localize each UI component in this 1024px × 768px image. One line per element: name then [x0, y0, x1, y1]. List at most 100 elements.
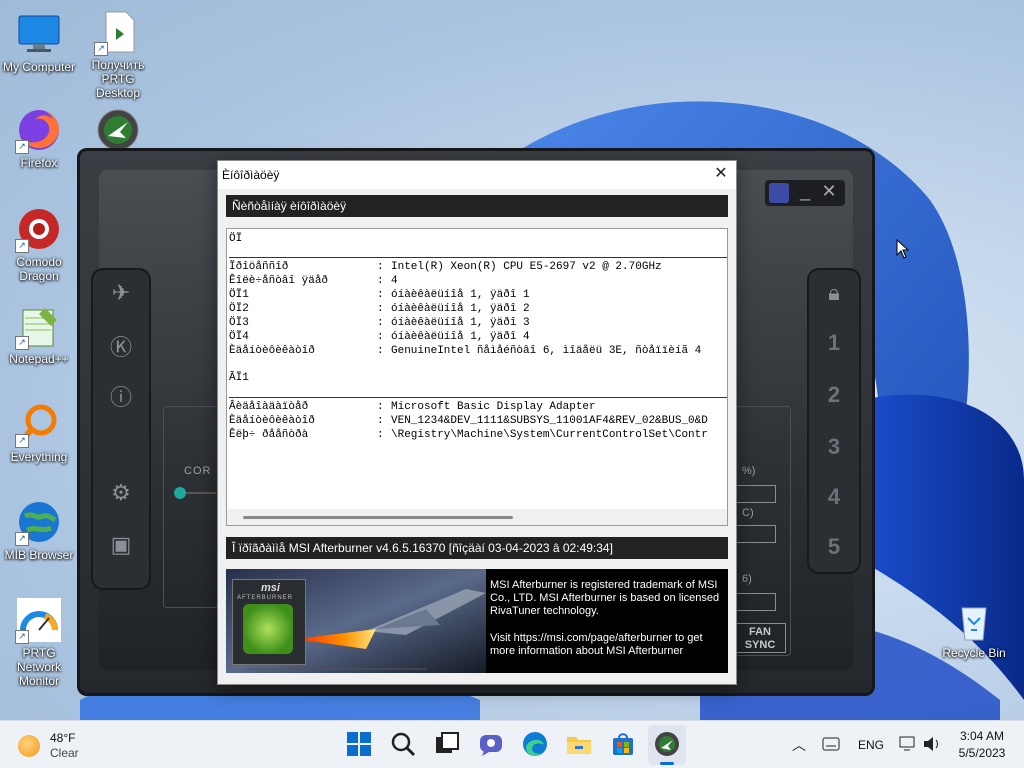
info-row: Ïðîöåññîð: Intel(R) Xeon(R) CPU E5-2697 v… [229, 260, 727, 274]
section-divider [229, 397, 727, 398]
shortcut-arrow-icon: ↗ [15, 630, 29, 644]
gpu-section-title: ÃÏ1 [229, 372, 249, 384]
section-divider [229, 257, 727, 258]
desktop-icon-firefox[interactable]: ↗ Firefox [1, 106, 77, 170]
system-info-panel[interactable]: ÖÏ Ïðîöåññîð: Intel(R) Xeon(R) CPU E5-269… [226, 228, 728, 526]
volume-icon[interactable] [922, 735, 942, 753]
desktop-icon-prtg-desktop[interactable]: ↗ Получить PRTG Desktop [80, 8, 156, 100]
lock-icon[interactable]: 🔒︎ [814, 280, 854, 306]
power-value-box[interactable] [734, 593, 776, 611]
weather-moon-icon [18, 735, 40, 757]
info-key: Âèäåîàäàïòåð [229, 401, 309, 413]
info-value: VEN_1234&DEV_1111&SUBSYS_11001AF4&REV_02… [391, 415, 708, 427]
info-row: Èäåíòèôèêàòîð: GenuineIntel ñåìåéñòâî 6, … [229, 344, 727, 358]
clock-date[interactable]: 5/5/2023 [950, 746, 1014, 760]
desktop-icon-label: My Computer [2, 60, 76, 74]
shortcut-arrow-icon: ↗ [15, 140, 29, 154]
desktop-icon-notepad-plus[interactable]: ↗ Notepad++ [1, 302, 77, 366]
keyboard-icon[interactable] [822, 737, 840, 751]
information-dialog: Èíôîðìàöèÿ ✕ Ñèñòåìíàÿ èíôîðìàöèÿ ÖÏ Ïðî… [217, 160, 737, 685]
window-controls: _ ✕ [765, 180, 845, 206]
language-indicator[interactable]: ENG [858, 738, 884, 752]
k-boost-icon[interactable]: Ⓚ [101, 330, 141, 362]
desktop-icon-everything[interactable]: ↗ Everything [1, 400, 77, 464]
taskbar-afterburner-button[interactable] [648, 725, 686, 765]
close-icon[interactable]: ✕ [710, 163, 732, 185]
desktop-icon-my-computer[interactable]: My Computer [1, 10, 77, 74]
desktop-icon-label: Everything [10, 450, 68, 464]
info-key: Êëþ÷ ðååñòðà [229, 429, 309, 441]
temp-value-box[interactable] [734, 525, 776, 543]
edge-icon[interactable] [522, 731, 548, 757]
mouse-cursor-icon [896, 239, 910, 259]
desktop-icon-label: MIB Browser [4, 548, 74, 562]
desktop-icon-mib-browser[interactable]: ↗ MIB Browser [1, 498, 77, 562]
cpu-section-title: ÖÏ [229, 233, 243, 245]
core-slider-handle[interactable] [174, 487, 186, 499]
clock-time[interactable]: 3:04 AM [950, 729, 1014, 743]
store-icon[interactable] [610, 731, 636, 757]
windows-icon[interactable] [769, 183, 789, 203]
info-separator: : [377, 331, 384, 343]
desktop-icon-label: Получить PRTG Desktop [91, 58, 145, 100]
afterburner-banner: msi AFTERBURNER MSI Afterburner is regis… [226, 569, 728, 673]
afterburner-logo-text: AFTERBURNER [237, 595, 294, 601]
info-value: óíàèêàëüíîå 1, ÿäðî 4 [391, 331, 530, 343]
scrollbar-thumb[interactable] [243, 516, 513, 519]
fan-value-box[interactable] [734, 485, 776, 503]
info-separator: : [377, 289, 384, 301]
info-key: Èäåíòèôèêàòîð [229, 415, 315, 427]
desktop-icon-label: Comodo Dragon [16, 255, 62, 283]
monitor-graph-icon[interactable]: ▣ [101, 532, 141, 558]
weather-temperature: 48°F [50, 731, 76, 745]
start-windows-icon[interactable] [346, 731, 372, 757]
profile-1-button[interactable]: 1 [814, 330, 854, 356]
comodo-dragon-icon: ↗ [15, 205, 63, 253]
close-icon[interactable]: ✕ [819, 181, 839, 202]
chat-icon[interactable] [478, 731, 504, 757]
task-view-icon[interactable] [434, 731, 460, 757]
file-explorer-icon[interactable] [566, 731, 592, 757]
weather-condition: Clear [50, 746, 79, 760]
info-value: 4 [391, 275, 398, 287]
chevron-up-icon[interactable]: ︿ [792, 735, 806, 755]
profile-5-button[interactable]: 5 [814, 534, 854, 560]
desktop-icon-comodo-dragon[interactable]: ↗ Comodo Dragon [1, 205, 77, 283]
afterburner-logo-icon[interactable]: ✈ [101, 280, 141, 306]
info-value: óíàèêàëüíîå 1, ÿäðî 1 [391, 289, 530, 301]
horizontal-scrollbar[interactable] [227, 509, 727, 525]
search-icon[interactable] [390, 731, 416, 757]
weather-widget[interactable]: 48°F Clear [14, 729, 104, 763]
info-separator: : [377, 429, 384, 441]
profile-3-button[interactable]: 3 [814, 434, 854, 460]
settings-gear-icon[interactable]: ⚙ [101, 480, 141, 506]
fan-sync-button[interactable]: FAN SYNC [734, 623, 786, 653]
info-key: Èäåíòèôèêàòîð [229, 345, 315, 357]
shortcut-arrow-icon: ↗ [15, 434, 29, 448]
active-app-indicator [660, 762, 674, 765]
minimize-icon[interactable]: _ [795, 181, 815, 202]
dialog-title: Èíôîðìàöèÿ [222, 168, 280, 182]
info-separator: : [377, 415, 384, 427]
info-key: Ïðîöåññîð [229, 261, 289, 273]
cpu-info-table: Ïðîöåññîð: Intel(R) Xeon(R) CPU E5-2697 v… [229, 260, 727, 358]
info-row: Èäåíòèôèêàòîð: VEN_1234&DEV_1111&SUBSYS_1… [229, 414, 727, 428]
core-panel: COR [163, 406, 221, 608]
info-separator: : [377, 275, 384, 287]
firefox-icon: ↗ [15, 106, 63, 154]
afterburner-left-toolbar: ✈ Ⓚ ⓘ ⚙ ▣ [93, 270, 149, 588]
desktop-icon-label: Recycle Bin [942, 646, 1006, 660]
recycle-bin-icon [950, 596, 998, 644]
core-clock-label: COR [184, 465, 212, 477]
profile-4-button[interactable]: 4 [814, 484, 854, 510]
fan-percent-label: %) [742, 465, 756, 477]
profile-2-button[interactable]: 2 [814, 382, 854, 408]
desktop-icon-recycle-bin[interactable]: Recycle Bin [936, 596, 1012, 660]
info-icon[interactable]: ⓘ [101, 380, 141, 412]
desktop-icon-prtg-network-monitor[interactable]: ↗ PRTG Network Monitor [1, 596, 77, 688]
network-icon[interactable] [898, 735, 916, 753]
temp-label: C) [742, 507, 754, 519]
notepad-plus-icon: ↗ [15, 302, 63, 350]
gauge-icon: ↗ [15, 596, 63, 644]
info-key: ÖÏ4 [229, 331, 249, 343]
